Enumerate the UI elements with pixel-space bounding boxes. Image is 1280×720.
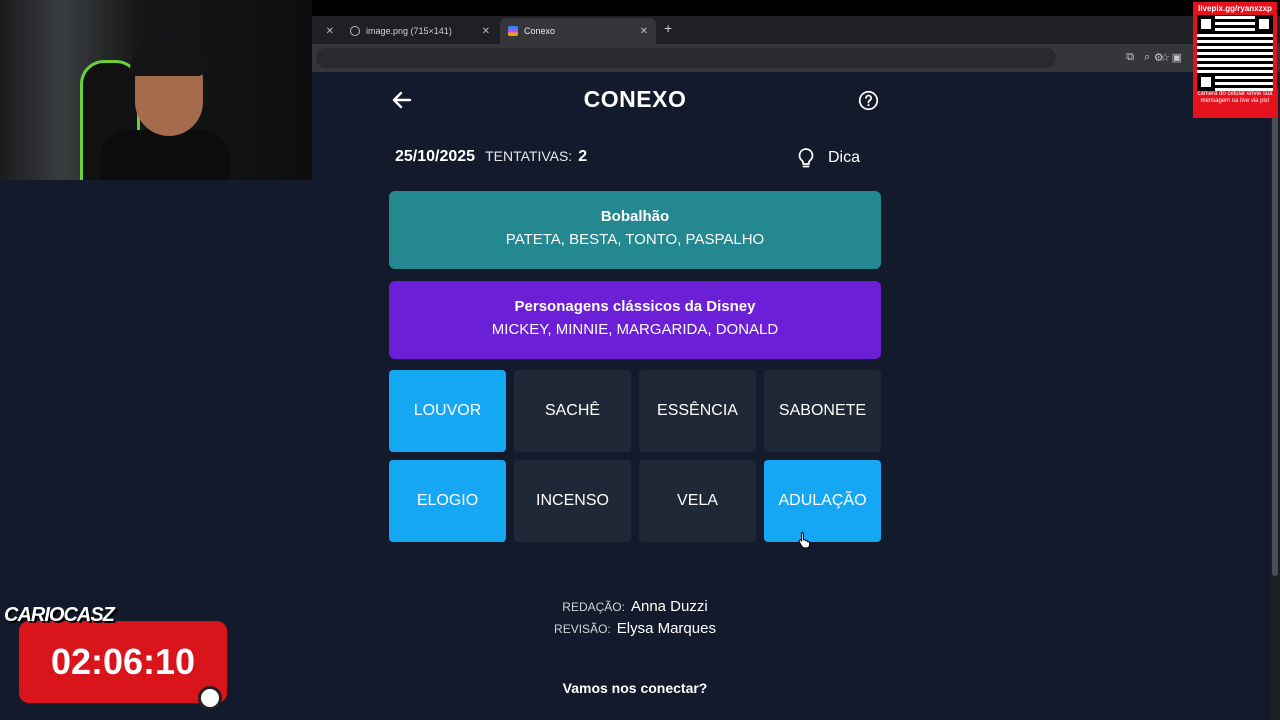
qr-overlay: livepix.gg/ryanxzxp câmera do celular en…	[1193, 2, 1277, 118]
attempts-value: 2	[578, 148, 588, 165]
solved-group-2: Personagens clássicos da Disney MICKEY, …	[389, 281, 881, 359]
browser-tab-strip: ✕ image.png (715×141) ✕ Conexo ✕ +	[312, 16, 1280, 44]
skull-icon	[198, 686, 222, 710]
credit-name: Elysa Marques	[616, 620, 716, 637]
credit-label: REDAÇÃO:	[562, 600, 625, 614]
tab-image[interactable]: image.png (715×141) ✕	[342, 18, 498, 44]
word-tile-sache[interactable]: SACHÊ	[514, 370, 631, 452]
attempts-label: TENTATIVAS:	[485, 148, 573, 164]
tab-close-icon[interactable]: ✕	[326, 26, 334, 37]
tab-title: image.png (715×141)	[366, 26, 452, 36]
group-words: PATETA, BESTA, TONTO, PASPALHO	[505, 231, 765, 248]
game-meta: 25/10/2025 TENTATIVAS: 2	[395, 148, 587, 166]
group-title: Bobalhão	[600, 208, 670, 225]
word-tile-adulacao[interactable]: ADULAÇÃO	[764, 460, 881, 542]
stream-timer: 02:06:10	[19, 621, 227, 703]
scrollbar-thumb[interactable]	[1272, 86, 1278, 576]
word-tile-elogio[interactable]: ELOGIO	[389, 460, 506, 542]
word-tile-louvor[interactable]: LOUVOR	[389, 370, 506, 452]
zoom-icon[interactable]: ⌕	[1144, 51, 1150, 64]
tab-close-icon[interactable]: ✕	[482, 26, 490, 37]
word-tile-sabonete[interactable]: SABONETE	[764, 370, 881, 452]
qr-note: câmera do celular envie sua mensagem na …	[1197, 91, 1273, 104]
extension-icon[interactable]: ⚙	[1154, 51, 1164, 64]
extension-icons: ⚙ ▣	[1154, 51, 1182, 64]
new-tab-button[interactable]: +	[664, 20, 672, 36]
credit-label: REVISÃO:	[554, 622, 611, 636]
group-words: MICKEY, MINNIE, MARGARIDA, DONALD	[491, 321, 779, 338]
lightbulb-icon	[798, 148, 814, 168]
puzzle-icon[interactable]: ▣	[1172, 51, 1182, 64]
tab-conexo[interactable]: Conexo ✕	[500, 18, 656, 44]
qr-url: livepix.gg/ryanxzxp	[1198, 4, 1272, 13]
webcam-overlay	[0, 0, 312, 180]
word-tile-essencia[interactable]: ESSÊNCIA	[639, 370, 756, 452]
word-tile-incenso[interactable]: INCENSO	[514, 460, 631, 542]
tab-close-icon[interactable]: ✕	[640, 26, 648, 37]
help-icon[interactable]	[858, 90, 879, 111]
hint-button[interactable]: Dica	[796, 147, 860, 169]
word-tile-vela[interactable]: VELA	[639, 460, 756, 542]
url-field[interactable]	[316, 48, 1056, 68]
tab-hidden[interactable]: ✕	[312, 18, 342, 44]
address-bar: ⧉ ⌕ ☆ ⚙ ▣	[312, 44, 1280, 72]
credit-writing: REDAÇÃO: Anna Duzzi	[0, 598, 1270, 615]
group-title: Personagens clássicos da Disney	[514, 298, 756, 315]
globe-icon	[350, 26, 360, 36]
scrollbar[interactable]	[1270, 72, 1280, 720]
install-app-icon[interactable]: ⧉	[1126, 51, 1134, 64]
hand-cursor-icon	[798, 531, 811, 549]
timer-logo: CARIOCASZ	[4, 604, 115, 626]
solved-group-1: Bobalhão PATETA, BESTA, TONTO, PASPALHO	[389, 191, 881, 269]
hint-label: Dica	[828, 149, 861, 166]
screen: ✕ image.png (715×141) ✕ Conexo ✕ + ⧉ ⌕ ☆…	[0, 0, 1280, 720]
qr-finder	[1197, 73, 1215, 91]
qr-code-icon	[1197, 15, 1273, 91]
tab-title: Conexo	[524, 26, 556, 36]
qr-finder	[1255, 15, 1273, 33]
qr-finder	[1197, 15, 1215, 33]
streamer-body	[100, 130, 230, 180]
credit-name: Anna Duzzi	[630, 598, 708, 615]
conexo-favicon-icon	[508, 26, 518, 36]
game-date: 25/10/2025	[395, 148, 476, 165]
streamer-hair	[130, 40, 204, 76]
